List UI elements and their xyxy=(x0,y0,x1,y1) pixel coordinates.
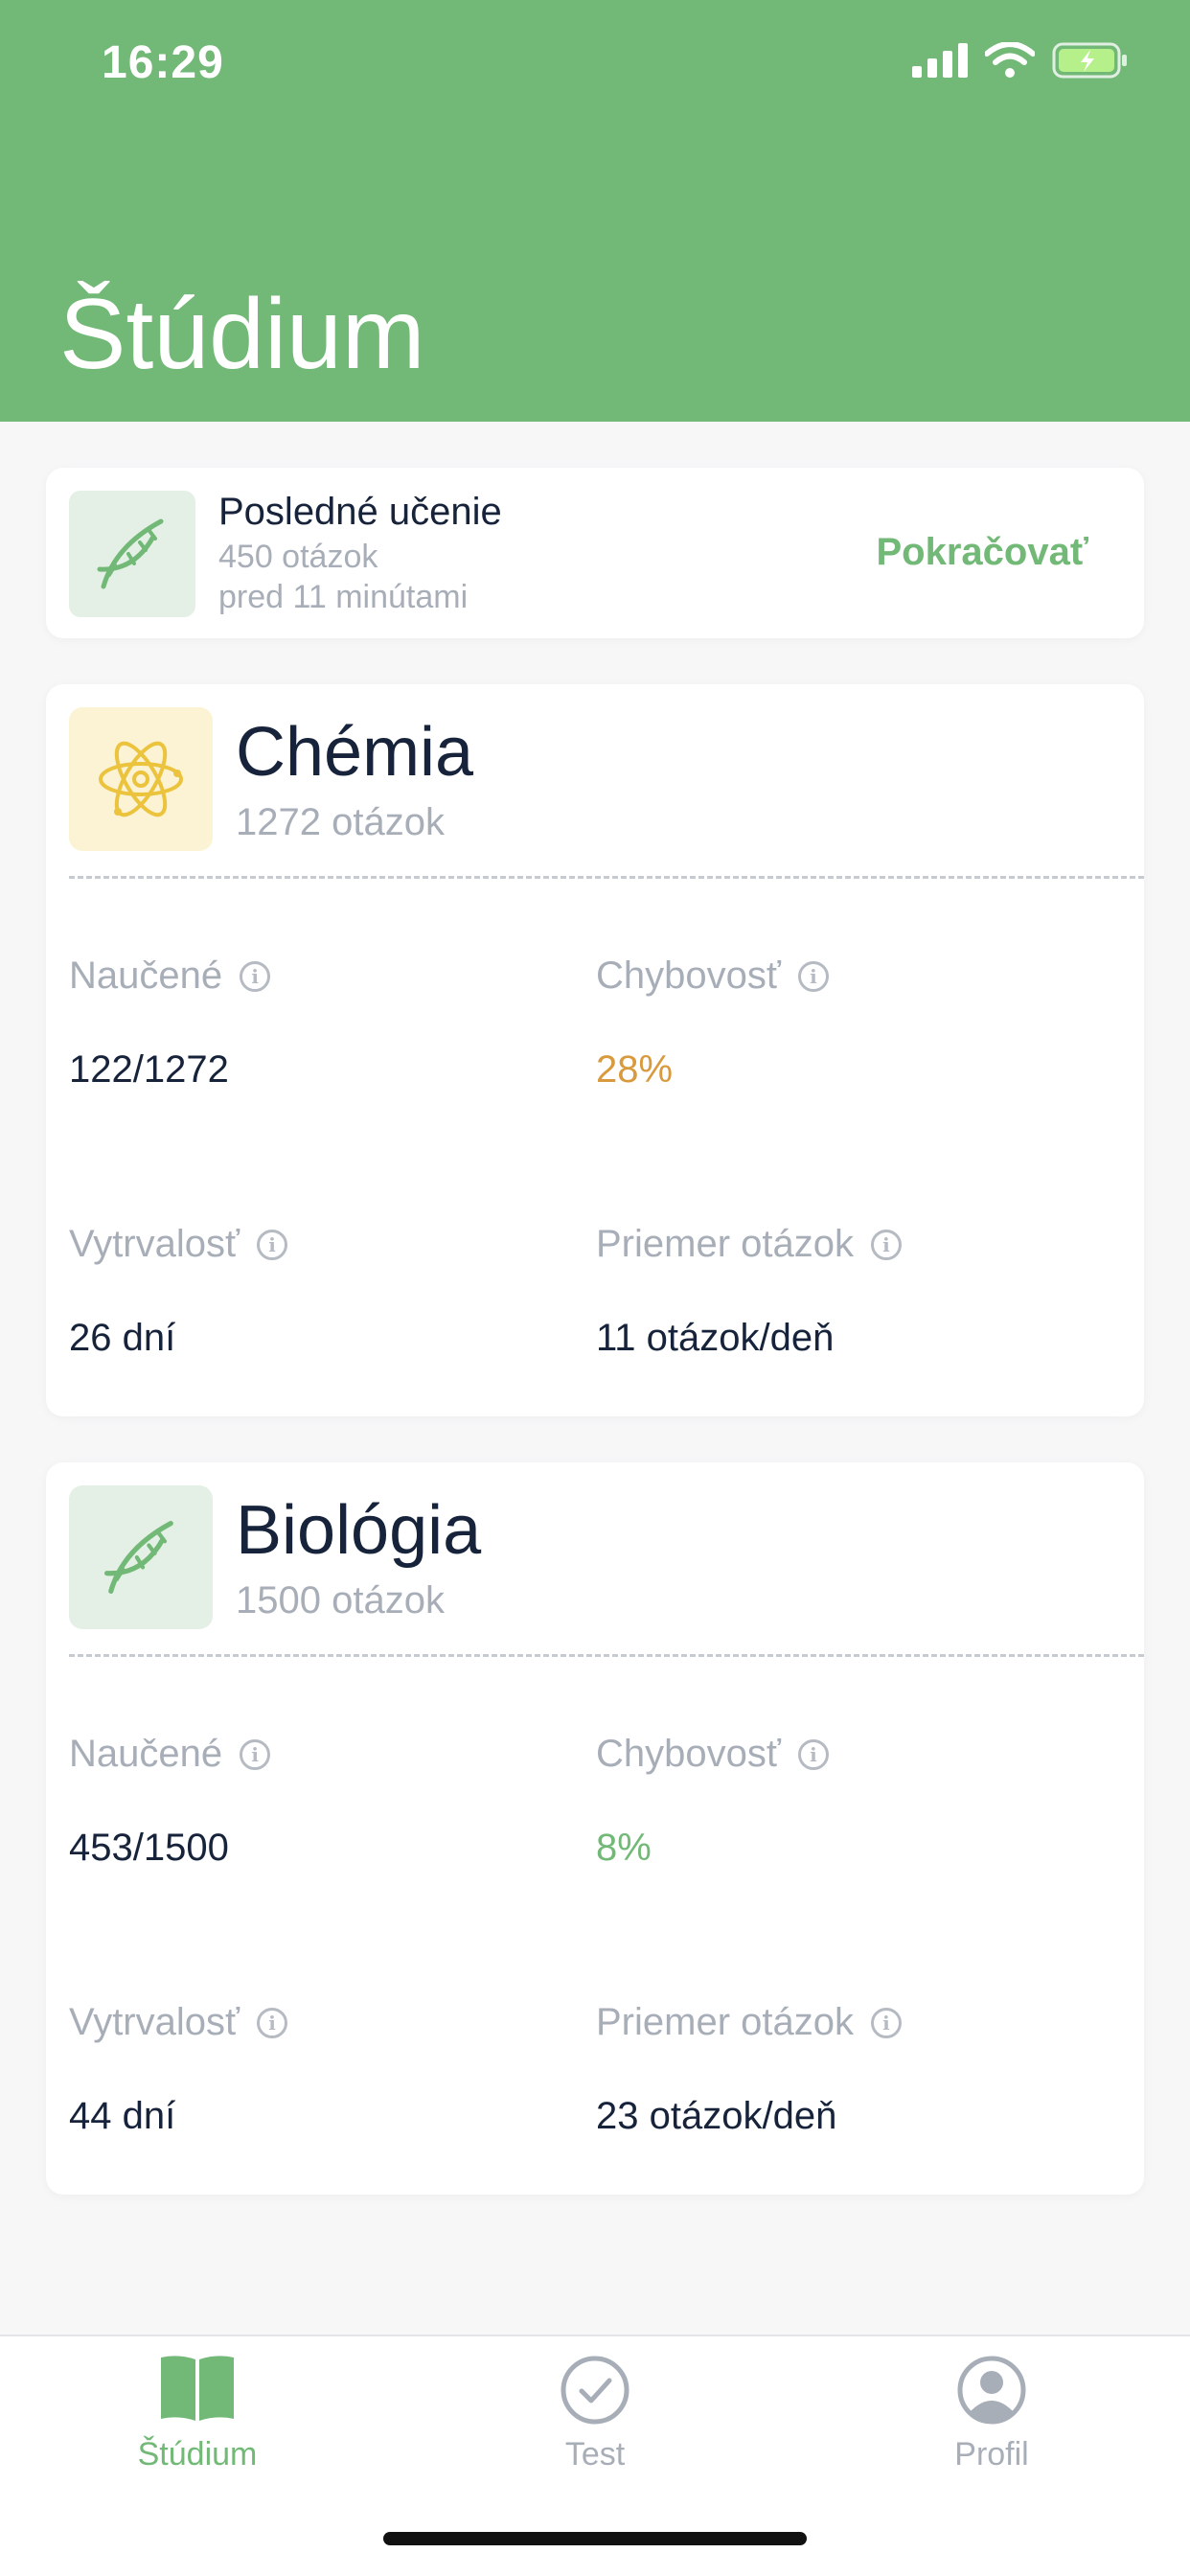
profile-icon xyxy=(957,2356,1026,2425)
average-value: 23 otázok/deň xyxy=(596,2095,837,2137)
learned-label-text: Naučené xyxy=(69,954,223,997)
info-icon[interactable]: i xyxy=(870,1229,902,1260)
info-icon[interactable]: i xyxy=(257,1229,288,1260)
subject-question-count: 1272 otázok xyxy=(236,801,445,843)
divider xyxy=(69,876,1144,879)
status-time: 16:29 xyxy=(102,37,224,88)
subject-card-biology[interactable]: Biológia 1500 otázok Naučené i 453/1500 … xyxy=(46,1462,1144,2195)
subject-card-chemistry[interactable]: Chémia 1272 otázok Naučené i 122/1272 Ch… xyxy=(46,684,1144,1416)
info-icon[interactable]: i xyxy=(797,960,829,992)
recent-thumbnail xyxy=(69,491,195,617)
status-icons xyxy=(912,42,1129,79)
subject-question-count: 1500 otázok xyxy=(236,1579,445,1622)
info-icon[interactable]: i xyxy=(240,960,271,992)
info-icon[interactable]: i xyxy=(240,1738,271,1770)
page-title: Štúdium xyxy=(59,279,425,390)
dna-icon xyxy=(97,518,164,589)
average-value: 11 otázok/deň xyxy=(596,1317,835,1359)
wifi-icon xyxy=(985,42,1035,78)
streak-label-text: Vytrvalosť xyxy=(69,2001,240,2043)
error-rate-label-text: Chybovosť xyxy=(596,1733,781,1775)
subject-name: Biológia xyxy=(236,1492,482,1569)
average-label: Priemer otázok i xyxy=(596,1223,902,1266)
subject-thumbnail xyxy=(69,1485,213,1629)
dna-icon xyxy=(103,1520,173,1595)
streak-value: 44 dní xyxy=(69,2095,176,2137)
tab-study[interactable]: Štúdium xyxy=(54,2354,341,2497)
tab-test[interactable]: Test xyxy=(451,2354,739,2497)
error-rate-label-text: Chybovosť xyxy=(596,954,781,997)
tab-label: Profil xyxy=(954,2436,1029,2472)
average-label-text: Priemer otázok xyxy=(596,1223,854,1265)
streak-label-text: Vytrvalosť xyxy=(69,1223,240,1265)
home-indicator[interactable] xyxy=(383,2532,807,2545)
battery-icon xyxy=(1052,42,1127,79)
learned-value: 122/1272 xyxy=(69,1048,229,1091)
error-rate-value: 8% xyxy=(596,1827,652,1869)
signal-icon xyxy=(912,43,968,78)
error-rate-value: 28% xyxy=(596,1048,674,1091)
recent-learning-card[interactable]: Posledné učenie 450 otázok pred 11 minút… xyxy=(46,468,1144,638)
learned-label-text: Naučené xyxy=(69,1733,223,1775)
error-rate-label: Chybovosť i xyxy=(596,954,829,998)
book-icon xyxy=(161,2356,234,2421)
recent-title: Posledné učenie xyxy=(218,491,502,533)
average-label-text: Priemer otázok xyxy=(596,2001,854,2043)
learned-label: Naučené i xyxy=(69,1733,271,1776)
info-icon[interactable]: i xyxy=(797,1738,829,1770)
recent-time-ago: pred 11 minútami xyxy=(218,579,469,615)
tab-profile[interactable]: Profil xyxy=(848,2354,1135,2497)
streak-value: 26 dní xyxy=(69,1317,176,1359)
streak-label: Vytrvalosť i xyxy=(69,2001,288,2044)
tab-label: Test xyxy=(564,2436,626,2472)
info-icon[interactable]: i xyxy=(870,2007,902,2038)
recent-question-count: 450 otázok xyxy=(218,539,378,575)
status-bar: 16:29 xyxy=(0,0,1190,134)
info-icon[interactable]: i xyxy=(257,2007,288,2038)
learned-label: Naučené i xyxy=(69,954,271,998)
average-label: Priemer otázok i xyxy=(596,2001,902,2044)
learned-value: 453/1500 xyxy=(69,1827,229,1869)
subject-name: Chémia xyxy=(236,714,474,791)
error-rate-label: Chybovosť i xyxy=(596,1733,829,1776)
subject-thumbnail xyxy=(69,707,213,851)
continue-button[interactable]: Pokračovať xyxy=(876,531,1088,574)
divider xyxy=(69,1654,1144,1657)
tab-label: Štúdium xyxy=(137,2436,258,2472)
check-circle-icon xyxy=(561,2356,629,2425)
streak-label: Vytrvalosť i xyxy=(69,1223,288,1266)
atom-icon xyxy=(99,741,183,817)
header: 16:29 Štúdium xyxy=(0,0,1190,422)
